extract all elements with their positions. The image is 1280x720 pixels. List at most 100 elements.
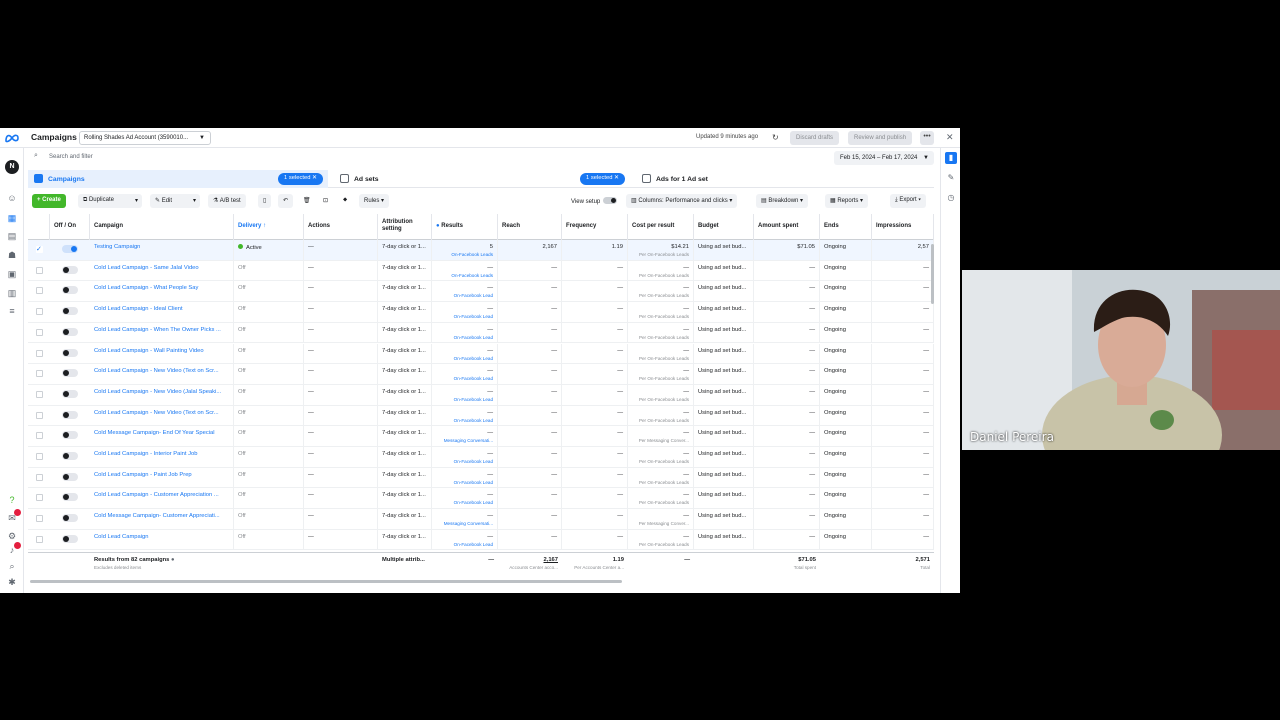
- campaign-name-cell[interactable]: Cold Lead Campaign - Ideal Client: [90, 302, 234, 323]
- settings-icon[interactable]: ⚙: [6, 530, 18, 542]
- row-checkbox[interactable]: [36, 432, 43, 440]
- table-row[interactable]: Cold Lead Campaign Off — 7-day click or 1..…: [28, 529, 934, 551]
- table-row[interactable]: Cold Lead Campaign - Customer Appreciati…: [28, 488, 934, 510]
- campaign-name-cell[interactable]: Cold Lead Campaign - Customer Appreciati…: [90, 488, 234, 509]
- table-row[interactable]: Cold Lead Campaign - Ideal Client Off — 7-d…: [28, 302, 934, 323]
- view-setup-toggle[interactable]: View setup: [566, 194, 622, 208]
- campaign-toggle[interactable]: [62, 472, 78, 481]
- table-row[interactable]: Cold Lead Campaign - Paint Job Prep Off — 7…: [28, 467, 934, 489]
- select-all-checkbox[interactable]: [28, 214, 50, 240]
- avatar[interactable]: N: [5, 160, 19, 174]
- campaign-name-cell[interactable]: Cold Lead Campaign - Same Jalal Video: [90, 260, 234, 281]
- tab-ads[interactable]: Ads for 1 Ad set: [636, 170, 714, 188]
- campaign-toggle[interactable]: [62, 348, 78, 357]
- row-checkbox[interactable]: [36, 535, 43, 543]
- campaign-name-cell[interactable]: Cold Message Campaign- End Of Year Speci…: [90, 426, 234, 447]
- campaign-toggle[interactable]: [62, 286, 78, 295]
- undo-icon[interactable]: ↶: [278, 194, 294, 208]
- emoji-icon[interactable]: ☺: [6, 192, 18, 204]
- campaign-toggle[interactable]: [62, 327, 78, 336]
- campaign-name-cell[interactable]: Cold Lead Campaign: [90, 529, 234, 550]
- duplicate-button[interactable]: ⧉ Duplicate ▾: [78, 194, 142, 208]
- folder-icon[interactable]: ▤: [6, 230, 18, 242]
- table-row[interactable]: Cold Lead Campaign - Wall Painting Video…: [28, 343, 934, 365]
- table-row[interactable]: Cold Lead Campaign - New Video (Jalal Sp…: [28, 384, 934, 406]
- header-budget[interactable]: Budget: [694, 214, 754, 240]
- campaign-name-cell[interactable]: Cold Lead Campaign - Interior Paint Job: [90, 447, 234, 467]
- horizontal-scrollbar[interactable]: [30, 580, 622, 583]
- campaign-toggle[interactable]: [62, 534, 78, 543]
- header-cost-per-result[interactable]: Cost per result: [628, 214, 694, 240]
- row-checkbox[interactable]: [36, 328, 43, 336]
- search-icon[interactable]: ⌕: [6, 560, 18, 572]
- events-icon[interactable]: ▥: [6, 287, 18, 299]
- ab-test-button[interactable]: ⚗ A/B test: [208, 194, 246, 208]
- pencil-icon[interactable]: ✎: [945, 172, 957, 184]
- reports-button[interactable]: ▦ Reports ▾: [825, 194, 869, 208]
- campaign-name-cell[interactable]: Testing Campaign: [90, 240, 234, 260]
- campaign-name-cell[interactable]: Cold Lead Campaign - Paint Job Prep: [90, 467, 234, 488]
- header-offon[interactable]: Off / On: [50, 214, 90, 240]
- trash-icon[interactable]: 🗑: [298, 194, 316, 208]
- row-checkbox[interactable]: [36, 349, 43, 357]
- header-ends[interactable]: Ends: [820, 214, 872, 240]
- campaign-toggle[interactable]: [62, 410, 78, 419]
- table-row[interactable]: Cold Message Campaign- Customer Apprecia…: [28, 509, 934, 530]
- campaign-name-cell[interactable]: Cold Message Campaign- Customer Apprecia…: [90, 509, 234, 530]
- row-checkbox[interactable]: [36, 390, 43, 398]
- table-row[interactable]: ✓ Testing Campaign Active — 7-day click or 1…: [28, 240, 934, 261]
- refresh-icon[interactable]: ↻: [772, 133, 779, 142]
- row-checkbox[interactable]: [36, 370, 43, 378]
- campaign-toggle[interactable]: [62, 431, 78, 440]
- campaign-toggle[interactable]: [62, 452, 78, 460]
- campaign-name-cell[interactable]: Cold Lead Campaign - New Video (Jalal Sp…: [90, 384, 234, 405]
- campaign-toggle[interactable]: [62, 493, 78, 502]
- table-row[interactable]: Cold Message Campaign- End Of Year Speci…: [28, 426, 934, 447]
- columns-button[interactable]: ▥ Columns: Performance and clicks ▾: [626, 194, 738, 208]
- edit-button[interactable]: ✎ Edit ▾: [150, 194, 200, 208]
- campaign-toggle[interactable]: [62, 389, 78, 398]
- audience-icon[interactable]: ☗: [6, 249, 18, 261]
- account-selector[interactable]: Rolling Shades Ad Account (3590010... ▼: [79, 131, 211, 145]
- search-input[interactable]: Search and filter: [49, 154, 93, 160]
- table-row[interactable]: Cold Lead Campaign - Interior Paint Job O…: [28, 447, 934, 468]
- campaign-toggle[interactable]: [62, 265, 78, 274]
- row-checkbox[interactable]: [36, 494, 43, 502]
- header-results[interactable]: ● Results: [432, 214, 498, 240]
- row-checkbox[interactable]: [36, 473, 43, 481]
- discard-drafts-button[interactable]: Discard drafts: [790, 131, 840, 145]
- toggle-switch[interactable]: [603, 197, 618, 204]
- row-checkbox[interactable]: ✓: [36, 246, 43, 253]
- chart-icon[interactable]: ▮: [945, 152, 957, 164]
- breakdown-button[interactable]: ▤ Breakdown ▾: [756, 194, 809, 208]
- campaign-toggle[interactable]: [62, 307, 78, 316]
- row-checkbox[interactable]: [36, 308, 43, 316]
- header-attribution[interactable]: Attribution setting: [378, 214, 432, 240]
- header-actions[interactable]: Actions: [304, 214, 378, 240]
- campaign-name-cell[interactable]: Cold Lead Campaign - When The Owner Pick…: [90, 322, 234, 343]
- row-checkbox[interactable]: [36, 266, 43, 274]
- rules-button[interactable]: Rules ▾: [359, 194, 390, 208]
- vertical-scrollbar[interactable]: [931, 244, 934, 304]
- campaigns-grid-icon[interactable]: ▦: [6, 212, 18, 224]
- history-icon[interactable]: ◷: [945, 192, 957, 204]
- campaign-name-cell[interactable]: Cold Lead Campaign - New Video (Text on …: [90, 405, 234, 426]
- date-range-picker[interactable]: Feb 15, 2024 – Feb 17, 2024 ▼: [834, 151, 934, 165]
- bug-icon[interactable]: ✱: [6, 576, 18, 588]
- more-options-icon[interactable]: •••: [920, 131, 934, 145]
- create-button[interactable]: + Create: [32, 194, 66, 208]
- menu-icon[interactable]: ≡: [6, 305, 18, 317]
- campaign-name-cell[interactable]: Cold Lead Campaign - New Video (Text on …: [90, 364, 234, 385]
- help-icon[interactable]: ?: [6, 494, 18, 506]
- row-checkbox[interactable]: [36, 411, 43, 419]
- delete-icon[interactable]: ▯: [258, 194, 272, 208]
- campaign-name-cell[interactable]: Cold Lead Campaign - What People Say: [90, 281, 234, 302]
- campaign-name-cell[interactable]: Cold Lead Campaign - Wall Painting Video: [90, 343, 234, 364]
- table-row[interactable]: Cold Lead Campaign - Same Jalal Video Off…: [28, 260, 934, 282]
- campaigns-selected-chip[interactable]: 1 selected ✕: [278, 173, 323, 185]
- tag-icon[interactable]: ⬥: [338, 194, 352, 208]
- review-publish-button[interactable]: Review and publish: [848, 131, 913, 145]
- row-checkbox[interactable]: [36, 453, 43, 460]
- header-reach[interactable]: Reach: [498, 214, 562, 240]
- campaign-toggle[interactable]: [62, 514, 78, 523]
